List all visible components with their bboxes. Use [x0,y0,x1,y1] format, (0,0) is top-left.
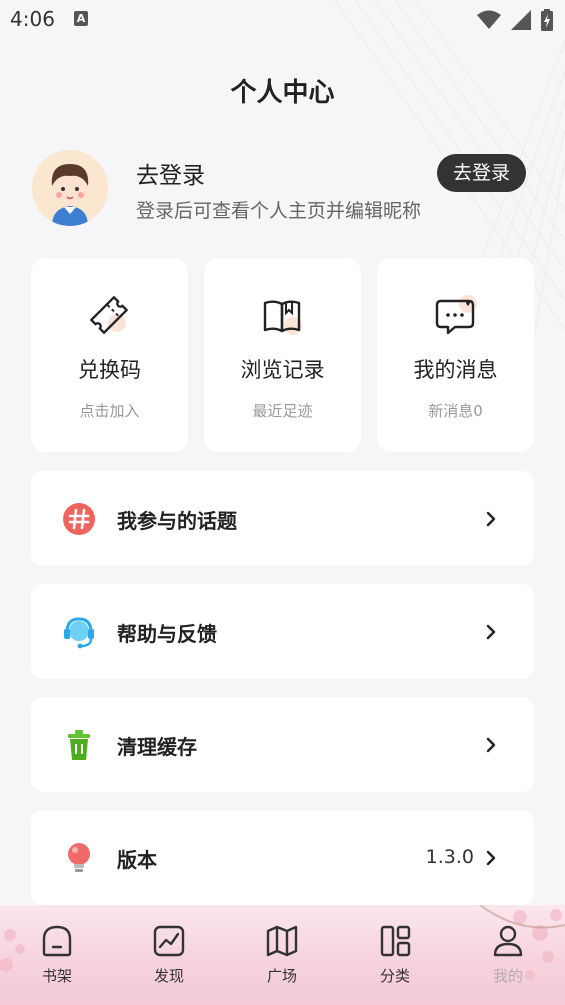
ticket-icon [87,293,133,339]
nav-discover[interactable]: 发现 [129,923,209,995]
person-icon [493,925,523,957]
quick-action-label: 我的消息 [413,358,498,382]
message-icon [433,293,479,339]
headset-icon [61,614,97,650]
status-bar: 4:06 A [0,0,565,40]
login-button[interactable]: 去登录 [436,154,526,192]
trend-icon [153,925,185,957]
signal-icon [511,10,531,30]
chevron-right-icon [486,511,496,527]
quick-action-sub: 最近足迹 [252,402,313,420]
battery-icon [541,9,553,31]
bottom-nav: 书架 发现 广场 分类 我的 [0,905,565,1005]
map-icon [266,925,298,957]
profile-section: 去登录 登录后可查看个人主页并编辑昵称 去登录 [32,150,532,228]
menu-item-clear-cache[interactable]: 清理缓存 [31,697,534,792]
nav-category[interactable]: 分类 [355,923,435,995]
quick-action-sub: 新消息0 [428,402,483,420]
nav-mine[interactable]: 我的 [468,923,548,995]
quick-action-redeem-code[interactable]: 兑换码 点击加入 [31,258,188,452]
quick-action-label: 浏览记录 [240,358,325,382]
bookshelf-icon [42,925,72,957]
quick-action-messages[interactable]: 我的消息 新消息0 [377,258,534,452]
menu-label: 帮助与反馈 [117,622,217,646]
menu-item-version[interactable]: 版本 1.3.0 [31,810,534,905]
quick-actions: 兑换码 点击加入 浏览记录 最近足迹 我的消息 新消息0 [31,258,534,452]
nav-bookshelf[interactable]: 书架 [17,923,97,995]
quick-action-label: 兑换码 [78,358,141,382]
chevron-right-icon [486,850,496,866]
avatar[interactable] [32,150,108,226]
category-icon [380,925,411,957]
menu-label: 我参与的话题 [117,509,237,533]
version-value: 1.3.0 [425,846,474,868]
notification-a-icon: A [74,11,88,26]
login-title[interactable]: 去登录 [136,156,205,190]
nav-label: 我的 [492,967,523,985]
lightbulb-icon [61,840,97,876]
book-icon [260,293,306,339]
menu-item-help-feedback[interactable]: 帮助与反馈 [31,584,534,679]
status-icons [477,9,553,31]
chevron-right-icon [486,624,496,640]
chevron-right-icon [486,737,496,753]
hashtag-icon [61,501,97,537]
page-title: 个人中心 [230,78,335,108]
status-time: 4:06 [10,7,55,31]
menu-label: 清理缓存 [117,735,197,759]
quick-action-history[interactable]: 浏览记录 最近足迹 [204,258,361,452]
menu-label: 版本 [117,848,157,872]
nav-label: 广场 [266,967,297,985]
nav-square[interactable]: 广场 [242,923,322,995]
wifi-icon [477,10,501,29]
nav-label: 书架 [41,967,72,985]
login-subtitle: 登录后可查看个人主页并编辑昵称 [136,200,422,222]
nav-label: 分类 [379,967,410,985]
trash-icon [61,727,97,763]
nav-label: 发现 [153,967,184,985]
quick-action-sub: 点击加入 [79,402,140,420]
menu-item-topics[interactable]: 我参与的话题 [31,471,534,566]
